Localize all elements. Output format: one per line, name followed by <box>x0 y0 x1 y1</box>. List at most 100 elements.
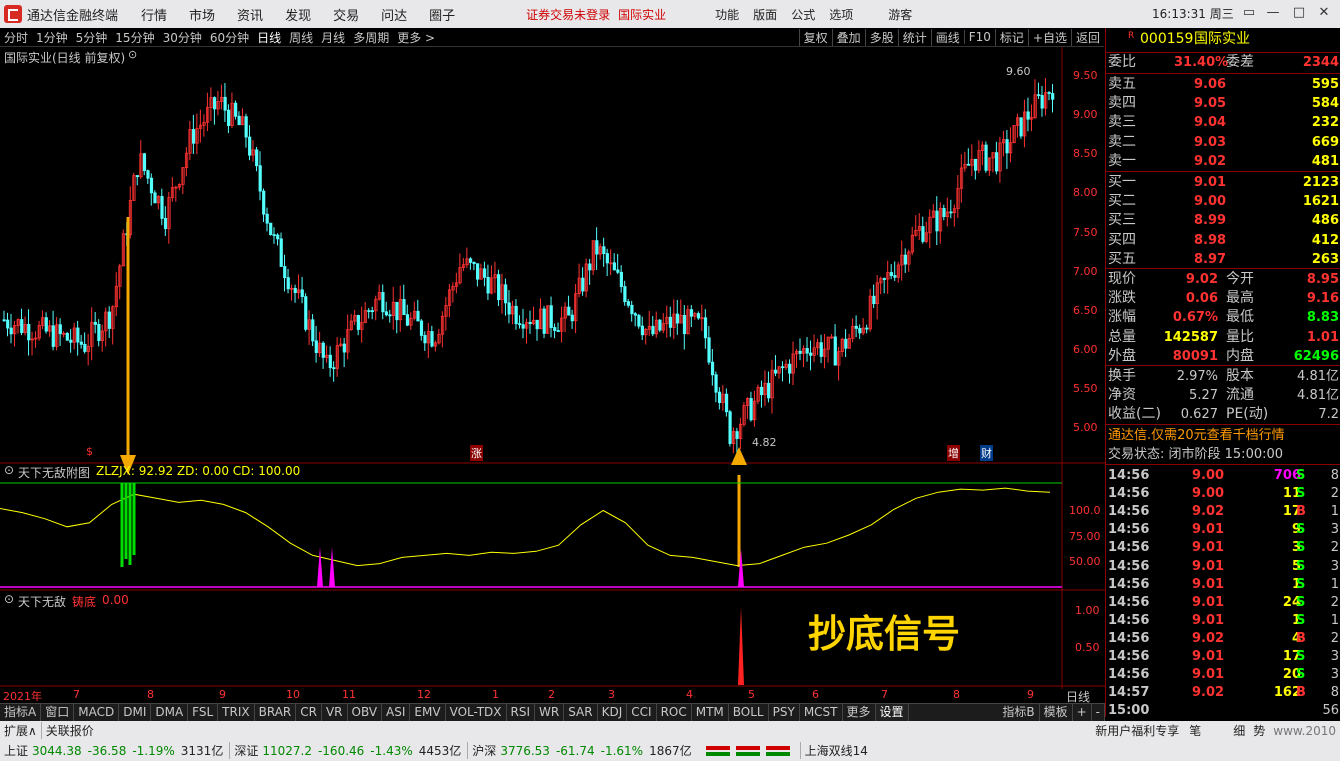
tab-rsi[interactable]: RSI <box>507 704 536 721</box>
chart-canvas[interactable] <box>0 47 1105 689</box>
tab-vr[interactable]: VR <box>322 704 348 721</box>
ask-volume: 595 <box>1311 77 1339 92</box>
menu-discover[interactable]: 发现 <box>274 5 322 24</box>
minimize-icon[interactable]: — <box>1263 4 1283 24</box>
tab-mcst[interactable]: MCST <box>800 704 843 721</box>
date-tick: 7 <box>881 688 888 701</box>
ask-label: 卖四 <box>1108 95 1136 112</box>
tab-psy[interactable]: PSY <box>769 704 800 721</box>
candle-body <box>234 102 238 117</box>
menu-market[interactable]: 市场 <box>178 5 226 24</box>
period-multi[interactable]: 多周期 <box>349 29 393 46</box>
index-hs-name[interactable]: 沪深 <box>467 742 500 759</box>
menu-quotes[interactable]: 行情 <box>130 5 178 24</box>
period-1min[interactable]: 1分钟 <box>32 29 72 46</box>
tab-trix[interactable]: TRIX <box>218 704 255 721</box>
date-tick: 6 <box>812 688 819 701</box>
menu-trade[interactable]: 交易 <box>322 5 370 24</box>
tab-asi[interactable]: ASI <box>382 704 411 721</box>
restore-icon[interactable]: ▭ <box>1239 4 1259 24</box>
menu-options[interactable]: 选项 <box>822 6 860 23</box>
tool-back[interactable]: 返回 <box>1070 28 1104 46</box>
sub2-options-icon[interactable]: ⊙ <box>4 592 14 606</box>
tool-overlay[interactable]: 叠加 <box>831 28 865 46</box>
period-15min[interactable]: 15分钟 <box>111 29 158 46</box>
bid-label: 买五 <box>1108 250 1136 267</box>
maximize-icon[interactable]: □ <box>1289 4 1309 24</box>
tab-vol-tdx[interactable]: VOL-TDX <box>446 704 507 721</box>
candle-body <box>328 354 332 369</box>
trade-login-warning[interactable]: 证券交易未登录 <box>526 6 610 23</box>
tab-indicator-a[interactable]: 指标A <box>0 704 42 721</box>
index-shanghai-name[interactable]: 上证 <box>0 742 32 759</box>
tab-cr[interactable]: CR <box>296 704 322 721</box>
period-60min[interactable]: 60分钟 <box>206 29 253 46</box>
tab-cci[interactable]: CCI <box>627 704 657 721</box>
period-30min[interactable]: 30分钟 <box>159 29 206 46</box>
candle-body <box>735 431 739 439</box>
expand-button[interactable]: 扩展∧ <box>0 722 41 739</box>
period-5min[interactable]: 5分钟 <box>72 29 112 46</box>
menu-formula[interactable]: 公式 <box>784 6 822 23</box>
tick-price: 9.00 <box>1192 468 1225 483</box>
event-marker-limit-up[interactable]: 涨 <box>470 445 483 461</box>
chart-options-icon[interactable]: ⊙ <box>128 48 137 61</box>
tab-roc[interactable]: ROC <box>657 704 692 721</box>
tool-f10[interactable]: F10 <box>963 30 995 44</box>
promo-link[interactable]: 通达信.仅需20元查看千档行情 <box>1106 426 1340 445</box>
tab-macd[interactable]: MACD <box>74 704 120 721</box>
tool-stats[interactable]: 统计 <box>897 28 931 46</box>
tab-sar[interactable]: SAR <box>564 704 598 721</box>
tick-tab[interactable]: 笔 <box>1185 722 1205 739</box>
sub1-options-icon[interactable]: ⊙ <box>4 463 14 477</box>
related-quotes-button[interactable]: 关联报价 <box>40 722 98 739</box>
tab-dmi[interactable]: DMI <box>119 704 152 721</box>
tab-emv[interactable]: EMV <box>410 704 446 721</box>
menu-circle[interactable]: 圈子 <box>418 5 466 24</box>
menu-news[interactable]: 资讯 <box>226 5 274 24</box>
tab-obv[interactable]: OBV <box>348 704 383 721</box>
menu-function[interactable]: 功能 <box>708 6 746 23</box>
tab-indicator-b[interactable]: 指标B <box>998 704 1040 721</box>
tab-brar[interactable]: BRAR <box>255 704 297 721</box>
new-user-promo[interactable]: 新用户福利专享 <box>1089 722 1185 739</box>
sub1-tick: 100.0 <box>1069 504 1101 517</box>
index-shenzhen-name[interactable]: 深证 <box>229 742 262 759</box>
tab-window[interactable]: 窗口 <box>41 704 75 721</box>
menu-layout[interactable]: 版面 <box>746 6 784 23</box>
zoom-in-button[interactable]: + <box>1073 704 1092 721</box>
tab-fsl[interactable]: FSL <box>188 704 219 721</box>
close-icon[interactable]: ✕ <box>1314 4 1334 24</box>
period-more[interactable]: 更多 > <box>393 29 439 46</box>
trend-tab[interactable]: 势 <box>1249 722 1269 739</box>
tool-multi-stock[interactable]: 多股 <box>864 28 898 46</box>
period-monthly[interactable]: 月线 <box>317 29 349 46</box>
detail-tab[interactable]: 细 <box>1229 722 1249 739</box>
guest-user[interactable]: 游客 <box>888 6 912 23</box>
tab-dma[interactable]: DMA <box>151 704 189 721</box>
tool-mark[interactable]: 标记 <box>994 28 1028 46</box>
zoom-out-button[interactable]: - <box>1092 704 1105 721</box>
tab-wr[interactable]: WR <box>535 704 565 721</box>
tab-template[interactable]: 模板 <box>1040 704 1073 721</box>
stock-name-link[interactable]: 国际实业 <box>618 6 666 23</box>
tool-add-watchlist[interactable]: +自选 <box>1027 28 1071 46</box>
tab-boll[interactable]: BOLL <box>729 704 769 721</box>
tab-settings[interactable]: 设置 <box>875 704 909 721</box>
menu-ask[interactable]: 问达 <box>370 5 418 24</box>
kline-chart[interactable]: 国际实业(日线 前复权) ⊙ $ 涨 增 财 9.60 4.82 9.50 9.… <box>0 47 1105 704</box>
tool-draw[interactable]: 画线 <box>930 28 964 46</box>
tab-mtm[interactable]: MTM <box>692 704 729 721</box>
tool-adjust[interactable]: 复权 <box>798 28 832 46</box>
candle-body <box>237 115 241 126</box>
stat-label: 收益(二) <box>1108 406 1161 423</box>
tab-more[interactable]: 更多 <box>843 704 876 721</box>
period-intraday[interactable]: 分时 <box>0 29 32 46</box>
event-marker-increase[interactable]: 增 <box>947 445 960 461</box>
tab-kdj[interactable]: KDJ <box>598 704 628 721</box>
period-weekly[interactable]: 周线 <box>285 29 317 46</box>
event-marker-dividend[interactable]: $ <box>86 445 93 458</box>
event-marker-finance[interactable]: 财 <box>980 445 993 461</box>
sub2-title: 天下无敌 <box>18 595 67 609</box>
period-daily[interactable]: 日线 <box>253 29 285 46</box>
